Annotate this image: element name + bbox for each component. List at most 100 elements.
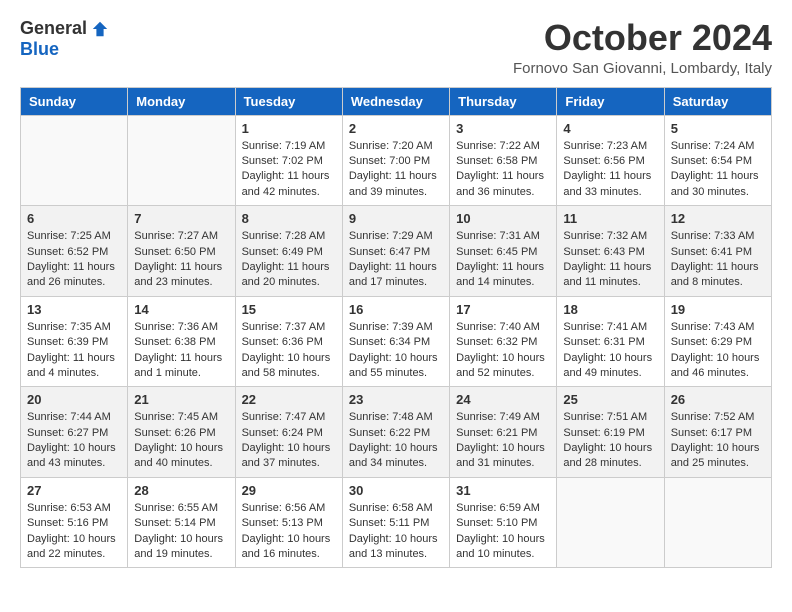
calendar-cell: 5Sunrise: 7:24 AM Sunset: 6:54 PM Daylig… — [664, 115, 771, 206]
calendar-cell: 24 Sunrise: 7:49 AM Sunset: 6:21 PM Dayli… — [450, 387, 557, 478]
logo-blue-text: Blue — [20, 39, 59, 60]
day-number: 12 — [671, 211, 765, 226]
logo: General Blue — [20, 18, 109, 60]
calendar-cell: 29 Sunrise: 6:56 AM Sunset: 5:13 PM Dayli… — [235, 477, 342, 568]
day-header-thursday: Thursday — [450, 87, 557, 115]
calendar-cell: 20 Sunrise: 7:44 AM Sunset: 6:27 PM Dayli… — [21, 387, 128, 478]
day-number: 9 — [349, 211, 443, 226]
cell-content: Sunrise: 7:28 AM Sunset: 6:49 PM Dayligh… — [242, 229, 336, 291]
month-title: October 2024 — [513, 18, 772, 58]
calendar-cell: 18 Sunrise: 7:41 AM Sunset: 6:31 PM Dayli… — [557, 296, 664, 387]
cell-content: Sunrise: 7:41 AM Sunset: 6:31 PM Dayligh… — [563, 320, 657, 382]
calendar-cell: 14 Sunrise: 7:36 AM Sunset: 6:38 PM Dayli… — [128, 296, 235, 387]
day-header-sunday: Sunday — [21, 87, 128, 115]
calendar-week-2: 6 Sunrise: 7:25 AM Sunset: 6:52 PM Daylig… — [21, 206, 772, 297]
calendar-cell: 25 Sunrise: 7:51 AM Sunset: 6:19 PM Dayli… — [557, 387, 664, 478]
cell-content: Sunrise: 7:51 AM Sunset: 6:19 PM Dayligh… — [563, 410, 657, 472]
calendar-cell: 28Sunrise: 6:55 AM Sunset: 5:14 PM Dayli… — [128, 477, 235, 568]
day-number: 31 — [456, 483, 550, 498]
day-number: 14 — [134, 302, 228, 317]
cell-content: Sunrise: 7:52 AM Sunset: 6:17 PM Dayligh… — [671, 410, 765, 472]
calendar-cell: 22 Sunrise: 7:47 AM Sunset: 6:24 PM Dayli… — [235, 387, 342, 478]
calendar-week-5: 27 Sunrise: 6:53 AM Sunset: 5:16 PM Dayli… — [21, 477, 772, 568]
calendar-cell: 2Sunrise: 7:20 AM Sunset: 7:00 PM Daylig… — [342, 115, 449, 206]
day-header-wednesday: Wednesday — [342, 87, 449, 115]
location-title: Fornovo San Giovanni, Lombardy, Italy — [513, 60, 772, 77]
cell-content: Sunrise: 7:47 AM Sunset: 6:24 PM Dayligh… — [242, 410, 336, 472]
day-header-saturday: Saturday — [664, 87, 771, 115]
calendar-week-4: 20 Sunrise: 7:44 AM Sunset: 6:27 PM Dayli… — [21, 387, 772, 478]
day-number: 27 — [27, 483, 121, 498]
cell-content: Sunrise: 6:56 AM Sunset: 5:13 PM Dayligh… — [242, 501, 336, 563]
cell-content: Sunrise: 7:43 AM Sunset: 6:29 PM Dayligh… — [671, 320, 765, 382]
calendar-cell — [21, 115, 128, 206]
cell-content: Sunrise: 7:32 AM Sunset: 6:43 PM Dayligh… — [563, 229, 657, 291]
day-number: 1 — [242, 121, 336, 136]
day-number: 21 — [134, 392, 228, 407]
calendar: SundayMondayTuesdayWednesdayThursdayFrid… — [20, 87, 772, 569]
calendar-header-row: SundayMondayTuesdayWednesdayThursdayFrid… — [21, 87, 772, 115]
day-number: 25 — [563, 392, 657, 407]
day-header-monday: Monday — [128, 87, 235, 115]
calendar-week-1: 1 Sunrise: 7:19 AM Sunset: 7:02 PM Daylig… — [21, 115, 772, 206]
calendar-cell: 11 Sunrise: 7:32 AM Sunset: 6:43 PM Dayli… — [557, 206, 664, 297]
calendar-cell: 23 Sunrise: 7:48 AM Sunset: 6:22 PM Dayli… — [342, 387, 449, 478]
cell-content: Sunrise: 7:19 AM Sunset: 7:02 PM Dayligh… — [242, 139, 336, 201]
title-area: October 2024 Fornovo San Giovanni, Lomba… — [513, 18, 772, 77]
cell-content: Sunrise: 7:33 AM Sunset: 6:41 PM Dayligh… — [671, 229, 765, 291]
day-number: 13 — [27, 302, 121, 317]
calendar-cell: 27 Sunrise: 6:53 AM Sunset: 5:16 PM Dayli… — [21, 477, 128, 568]
cell-content: Sunrise: 7:23 AM Sunset: 6:56 PM Dayligh… — [563, 139, 657, 201]
calendar-cell — [557, 477, 664, 568]
cell-content: Sunrise: 6:59 AM Sunset: 5:10 PM Dayligh… — [456, 501, 550, 563]
cell-content: Sunrise: 7:20 AM Sunset: 7:00 PM Dayligh… — [349, 139, 443, 201]
cell-content: Sunrise: 7:40 AM Sunset: 6:32 PM Dayligh… — [456, 320, 550, 382]
calendar-cell: 9 Sunrise: 7:29 AM Sunset: 6:47 PM Daylig… — [342, 206, 449, 297]
day-number: 22 — [242, 392, 336, 407]
calendar-cell: 13Sunrise: 7:35 AM Sunset: 6:39 PM Dayli… — [21, 296, 128, 387]
day-number: 11 — [563, 211, 657, 226]
day-header-tuesday: Tuesday — [235, 87, 342, 115]
calendar-cell: 15Sunrise: 7:37 AM Sunset: 6:36 PM Dayli… — [235, 296, 342, 387]
day-number: 28 — [134, 483, 228, 498]
day-number: 3 — [456, 121, 550, 136]
calendar-cell — [664, 477, 771, 568]
cell-content: Sunrise: 7:39 AM Sunset: 6:34 PM Dayligh… — [349, 320, 443, 382]
cell-content: Sunrise: 7:37 AM Sunset: 6:36 PM Dayligh… — [242, 320, 336, 382]
header: General Blue October 2024 Fornovo San Gi… — [10, 10, 782, 81]
cell-content: Sunrise: 7:49 AM Sunset: 6:21 PM Dayligh… — [456, 410, 550, 472]
day-number: 29 — [242, 483, 336, 498]
calendar-cell: 6 Sunrise: 7:25 AM Sunset: 6:52 PM Daylig… — [21, 206, 128, 297]
day-header-friday: Friday — [557, 87, 664, 115]
cell-content: Sunrise: 7:44 AM Sunset: 6:27 PM Dayligh… — [27, 410, 121, 472]
cell-content: Sunrise: 7:29 AM Sunset: 6:47 PM Dayligh… — [349, 229, 443, 291]
cell-content: Sunrise: 7:27 AM Sunset: 6:50 PM Dayligh… — [134, 229, 228, 291]
logo-general-text: General — [20, 18, 87, 39]
calendar-cell: 21 Sunrise: 7:45 AM Sunset: 6:26 PM Dayli… — [128, 387, 235, 478]
day-number: 17 — [456, 302, 550, 317]
day-number: 18 — [563, 302, 657, 317]
cell-content: Sunrise: 7:36 AM Sunset: 6:38 PM Dayligh… — [134, 320, 228, 382]
calendar-cell: 4 Sunrise: 7:23 AM Sunset: 6:56 PM Daylig… — [557, 115, 664, 206]
cell-content: Sunrise: 7:45 AM Sunset: 6:26 PM Dayligh… — [134, 410, 228, 472]
day-number: 6 — [27, 211, 121, 226]
calendar-cell: 12 Sunrise: 7:33 AM Sunset: 6:41 PM Dayli… — [664, 206, 771, 297]
cell-content: Sunrise: 7:31 AM Sunset: 6:45 PM Dayligh… — [456, 229, 550, 291]
calendar-cell: 19Sunrise: 7:43 AM Sunset: 6:29 PM Dayli… — [664, 296, 771, 387]
day-number: 26 — [671, 392, 765, 407]
day-number: 30 — [349, 483, 443, 498]
day-number: 23 — [349, 392, 443, 407]
day-number: 20 — [27, 392, 121, 407]
day-number: 10 — [456, 211, 550, 226]
cell-content: Sunrise: 6:53 AM Sunset: 5:16 PM Dayligh… — [27, 501, 121, 563]
day-number: 7 — [134, 211, 228, 226]
calendar-week-3: 13Sunrise: 7:35 AM Sunset: 6:39 PM Dayli… — [21, 296, 772, 387]
cell-content: Sunrise: 7:25 AM Sunset: 6:52 PM Dayligh… — [27, 229, 121, 291]
calendar-cell: 16Sunrise: 7:39 AM Sunset: 6:34 PM Dayli… — [342, 296, 449, 387]
cell-content: Sunrise: 7:48 AM Sunset: 6:22 PM Dayligh… — [349, 410, 443, 472]
calendar-cell: 7 Sunrise: 7:27 AM Sunset: 6:50 PM Daylig… — [128, 206, 235, 297]
day-number: 4 — [563, 121, 657, 136]
calendar-cell: 31 Sunrise: 6:59 AM Sunset: 5:10 PM Dayli… — [450, 477, 557, 568]
calendar-cell: 8Sunrise: 7:28 AM Sunset: 6:49 PM Daylig… — [235, 206, 342, 297]
day-number: 24 — [456, 392, 550, 407]
